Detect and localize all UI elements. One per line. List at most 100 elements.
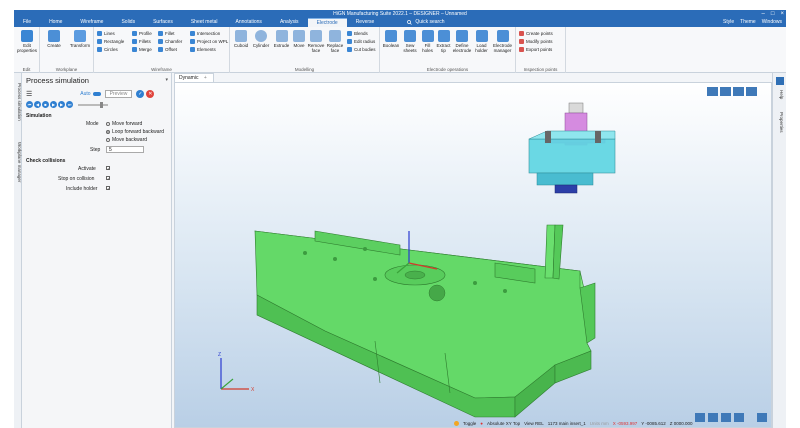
scene-svg: Z X [218,87,767,422]
right-bar-menu-icon[interactable] [776,77,784,85]
fillets-button[interactable]: Fillets [132,38,152,44]
cuboid-button[interactable]: Cuboid [232,30,250,48]
stop-icon[interactable]: ■ [42,101,49,108]
side-tab-workplane-manager[interactable]: Workplane manager [14,133,22,191]
toggle-label[interactable]: Toggle [463,421,476,426]
maximize-icon[interactable]: □ [771,10,775,18]
group-wireframe: Lines Rectangle Circles Profile Fillets … [94,27,230,73]
tab-home[interactable]: Home [40,18,71,27]
playback-slider[interactable] [78,101,108,108]
view-front-icon[interactable] [720,87,731,96]
auto-toggle[interactable] [92,91,101,96]
rewind-icon[interactable]: ⏮ [26,101,33,108]
tab-annotations[interactable]: Annotations [227,18,271,27]
close-icon[interactable]: × [780,10,784,18]
view-top-icon[interactable] [707,87,718,96]
ok-icon[interactable]: ✓ [136,89,145,98]
step-back-icon[interactable]: ◀ [34,101,41,108]
view-iso-icon[interactable] [746,87,757,96]
edit-properties-button[interactable]: Edit properties [16,30,38,53]
wireframe-col-3: Fillet Chamfer Offset [158,30,182,52]
lines-button[interactable]: Lines [97,30,124,36]
load-holder-button[interactable]: Load holder [473,30,490,53]
project-on-wpl-button[interactable]: Project on WPL [190,38,228,44]
hamburger-menu-icon[interactable]: ☰ [26,90,32,98]
cut-bodies-button[interactable]: Cut bodies [347,46,376,52]
abs-label[interactable]: Absolute XY Top [487,421,520,426]
play-icon[interactable]: ▶ [50,101,57,108]
chamfer-button[interactable]: Chamfer [158,38,182,44]
circles-button[interactable]: Circles [97,46,124,52]
electrode-manager-button[interactable]: Electrode manager [491,30,514,53]
cylinder-button[interactable]: Cylinder [251,30,271,48]
panel-toolbar: ☰ Auto Preview ✓ ✕ [26,89,168,98]
tab-analysis[interactable]: Analysis [271,18,308,27]
extract-tip-button[interactable]: Extract tip [436,30,451,53]
style-menu[interactable]: Style [723,18,734,27]
step-forward-icon[interactable]: ▶ [58,101,65,108]
mode-option-backward[interactable]: Move backward [106,137,147,143]
windows-menu[interactable]: Windows [762,18,782,27]
extrude-button[interactable]: Extrude [272,30,291,48]
profile-button[interactable]: Profile [132,30,152,36]
add-tab-button[interactable]: + [204,75,207,81]
export-points-button[interactable]: Export points [519,46,553,52]
tab-solids[interactable]: Solids [112,18,144,27]
elements-button[interactable]: Elements [190,46,228,52]
blends-button[interactable]: Blends [347,30,376,36]
rectangle-button[interactable]: Rectangle [97,38,124,44]
transform-button[interactable]: Transform [68,30,92,48]
side-tab-properties[interactable]: Properties [776,105,784,139]
pin-icon[interactable]: ▾ [165,77,168,83]
tab-wireframe[interactable]: Wireframe [71,18,112,27]
view-label[interactable]: View REL [524,421,544,426]
cancel-icon[interactable]: ✕ [146,89,155,98]
tab-electrode[interactable]: Electrode [307,18,347,27]
radio-loop-forward-backward[interactable] [106,129,110,134]
step-input[interactable]: 5 [106,146,144,153]
viewport-tab[interactable]: Dynamic + [174,73,214,82]
modify-points-button[interactable]: Modify points [519,38,553,44]
theme-menu[interactable]: Theme [740,18,756,27]
quick-search[interactable]: Quick search [407,18,445,27]
minimize-icon[interactable]: – [762,10,765,18]
boolean-button[interactable]: Boolean [382,30,400,48]
edit-radius-button[interactable]: Edit radius [347,38,376,44]
fast-forward-icon[interactable]: ⏭ [66,101,73,108]
coord-x: X -0593.997 [612,420,638,426]
tab-reverse[interactable]: Reverse [347,18,384,27]
mode-option-loop[interactable]: Loop forward backward [106,129,164,135]
playback-controls: ⏮ ◀ ■ ▶ ▶ ⏭ [26,100,168,109]
create-workplane-button[interactable]: Create [43,30,65,48]
offset-button[interactable]: Offset [158,46,182,52]
activate-checkbox[interactable]: ✓ [106,166,110,171]
tab-sheet-metal[interactable]: Sheet metal [182,18,227,27]
create-points-button[interactable]: Create points [519,30,553,36]
move-button[interactable]: Move [292,30,306,48]
radio-move-forward[interactable] [106,121,110,126]
fillet-button[interactable]: Fillet [158,30,182,36]
app-window: HiGN Manufacturing Suite 2022.1 – DESIGN… [14,10,786,428]
remove-face-button[interactable]: Remove face [307,30,325,53]
fill-holes-button[interactable]: Fill holes [420,30,435,53]
side-tab-help[interactable]: Help [776,89,784,101]
include-holder-checkbox[interactable]: ✓ [106,186,110,191]
side-tab-process-simulation[interactable]: Process simulation [14,77,22,127]
radio-move-backward[interactable] [106,137,110,142]
toggle-icon[interactable] [454,420,459,426]
snap-icon[interactable]: ● [480,421,483,426]
3d-viewport[interactable]: Z X [174,82,772,428]
view-side-icon[interactable] [733,87,744,96]
tab-surfaces[interactable]: Surfaces [144,18,182,27]
merge-button[interactable]: Merge [132,46,152,52]
mode-option-forward[interactable]: Move forward [106,121,142,127]
preview-button[interactable]: Preview [104,89,133,98]
stop-on-collision-checkbox[interactable]: ✓ [106,176,110,181]
sew-sheets-button[interactable]: Sew sheets [401,30,419,53]
intersection-button[interactable]: Intersection [190,30,228,36]
define-electrode-button[interactable]: Define electrode [452,30,472,53]
tab-file[interactable]: File [14,18,40,27]
view-tools-top[interactable] [707,87,757,96]
replace-face-button[interactable]: Replace face [326,30,344,53]
slider-thumb[interactable] [100,101,103,108]
